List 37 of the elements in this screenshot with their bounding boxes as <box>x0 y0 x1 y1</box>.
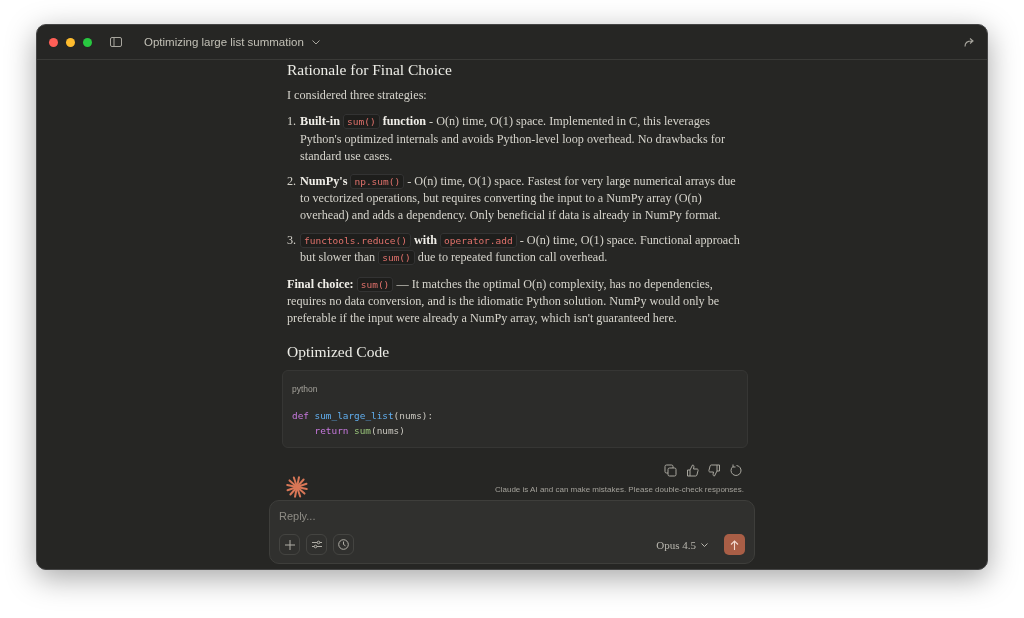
retry-icon[interactable] <box>730 464 744 479</box>
sliders-icon <box>311 540 322 549</box>
thumbs-up-icon[interactable] <box>686 464 700 479</box>
code-language-label: python <box>292 382 318 396</box>
paragraph: Final choice: sum() — It matches the optimal O(n) complexity, has no dependencies, requires no data conversion, and is the idiomatic Python solution. NumPy would only be preferable if the input were already a NumPy array, which isn't guaranteed here. <box>286 275 721 328</box>
plus-icon <box>284 539 295 550</box>
list-item-text: NumPy's np.sum() - O(n) time, O(1) space. Fastest for very large numerical arrays due to vectorized operations, but requires converting the input to a NumPy array (O(n) overhead) and adds a dependency. Only beneficial if data is already in NumPy format. <box>300 172 737 225</box>
section-heading: Rationale for Final Choice <box>286 60 453 80</box>
thumbs-down-icon[interactable] <box>708 464 722 479</box>
list-number: 2. <box>287 172 298 190</box>
clock-icon <box>338 539 349 550</box>
arrow-up-icon <box>730 539 739 550</box>
close-button[interactable] <box>49 37 58 47</box>
model-selector[interactable]: Opus 4.5 <box>656 538 718 551</box>
reply-input[interactable]: Reply... <box>279 509 745 523</box>
sidebar-icon[interactable] <box>110 37 122 47</box>
code-line: def sum_large_list(nums): <box>292 409 434 424</box>
sliders-button[interactable] <box>306 534 327 555</box>
section-heading: Optimized Code <box>286 341 391 362</box>
add-button[interactable] <box>279 534 300 555</box>
clock-button[interactable] <box>333 534 354 555</box>
share-icon[interactable] <box>964 37 975 47</box>
list-number: 1. <box>287 113 298 131</box>
list-number: 3. <box>287 231 298 249</box>
paragraph: I considered three strategies: <box>286 87 428 104</box>
maximize-button[interactable] <box>83 37 92 47</box>
minimize-button[interactable] <box>66 37 75 47</box>
chevron-down-icon[interactable] <box>311 39 320 45</box>
chevron-down-icon <box>701 542 708 547</box>
sunburst-logo-icon <box>286 476 308 499</box>
send-button[interactable] <box>724 534 745 555</box>
copy-icon[interactable] <box>664 464 678 479</box>
code-line: return sum(nums) <box>313 424 405 439</box>
list-item-text: Built-in sum() function - O(n) time, O(1) space. Implemented in C, this leverages Python's optimized internals and avoids Python-level loop overhead. No drawbacks for standard use cases. <box>300 113 726 166</box>
disclaimer-text: Claude is AI and can make mistakes. Please double-check responses. <box>494 483 745 496</box>
list-item-text: functools.reduce() with operator.add - O(n) time, O(1) space. Functional approach but slower than sum() due to repeated function call overhead. <box>300 231 741 267</box>
window-title[interactable]: Optimizing large list summation <box>144 36 304 48</box>
